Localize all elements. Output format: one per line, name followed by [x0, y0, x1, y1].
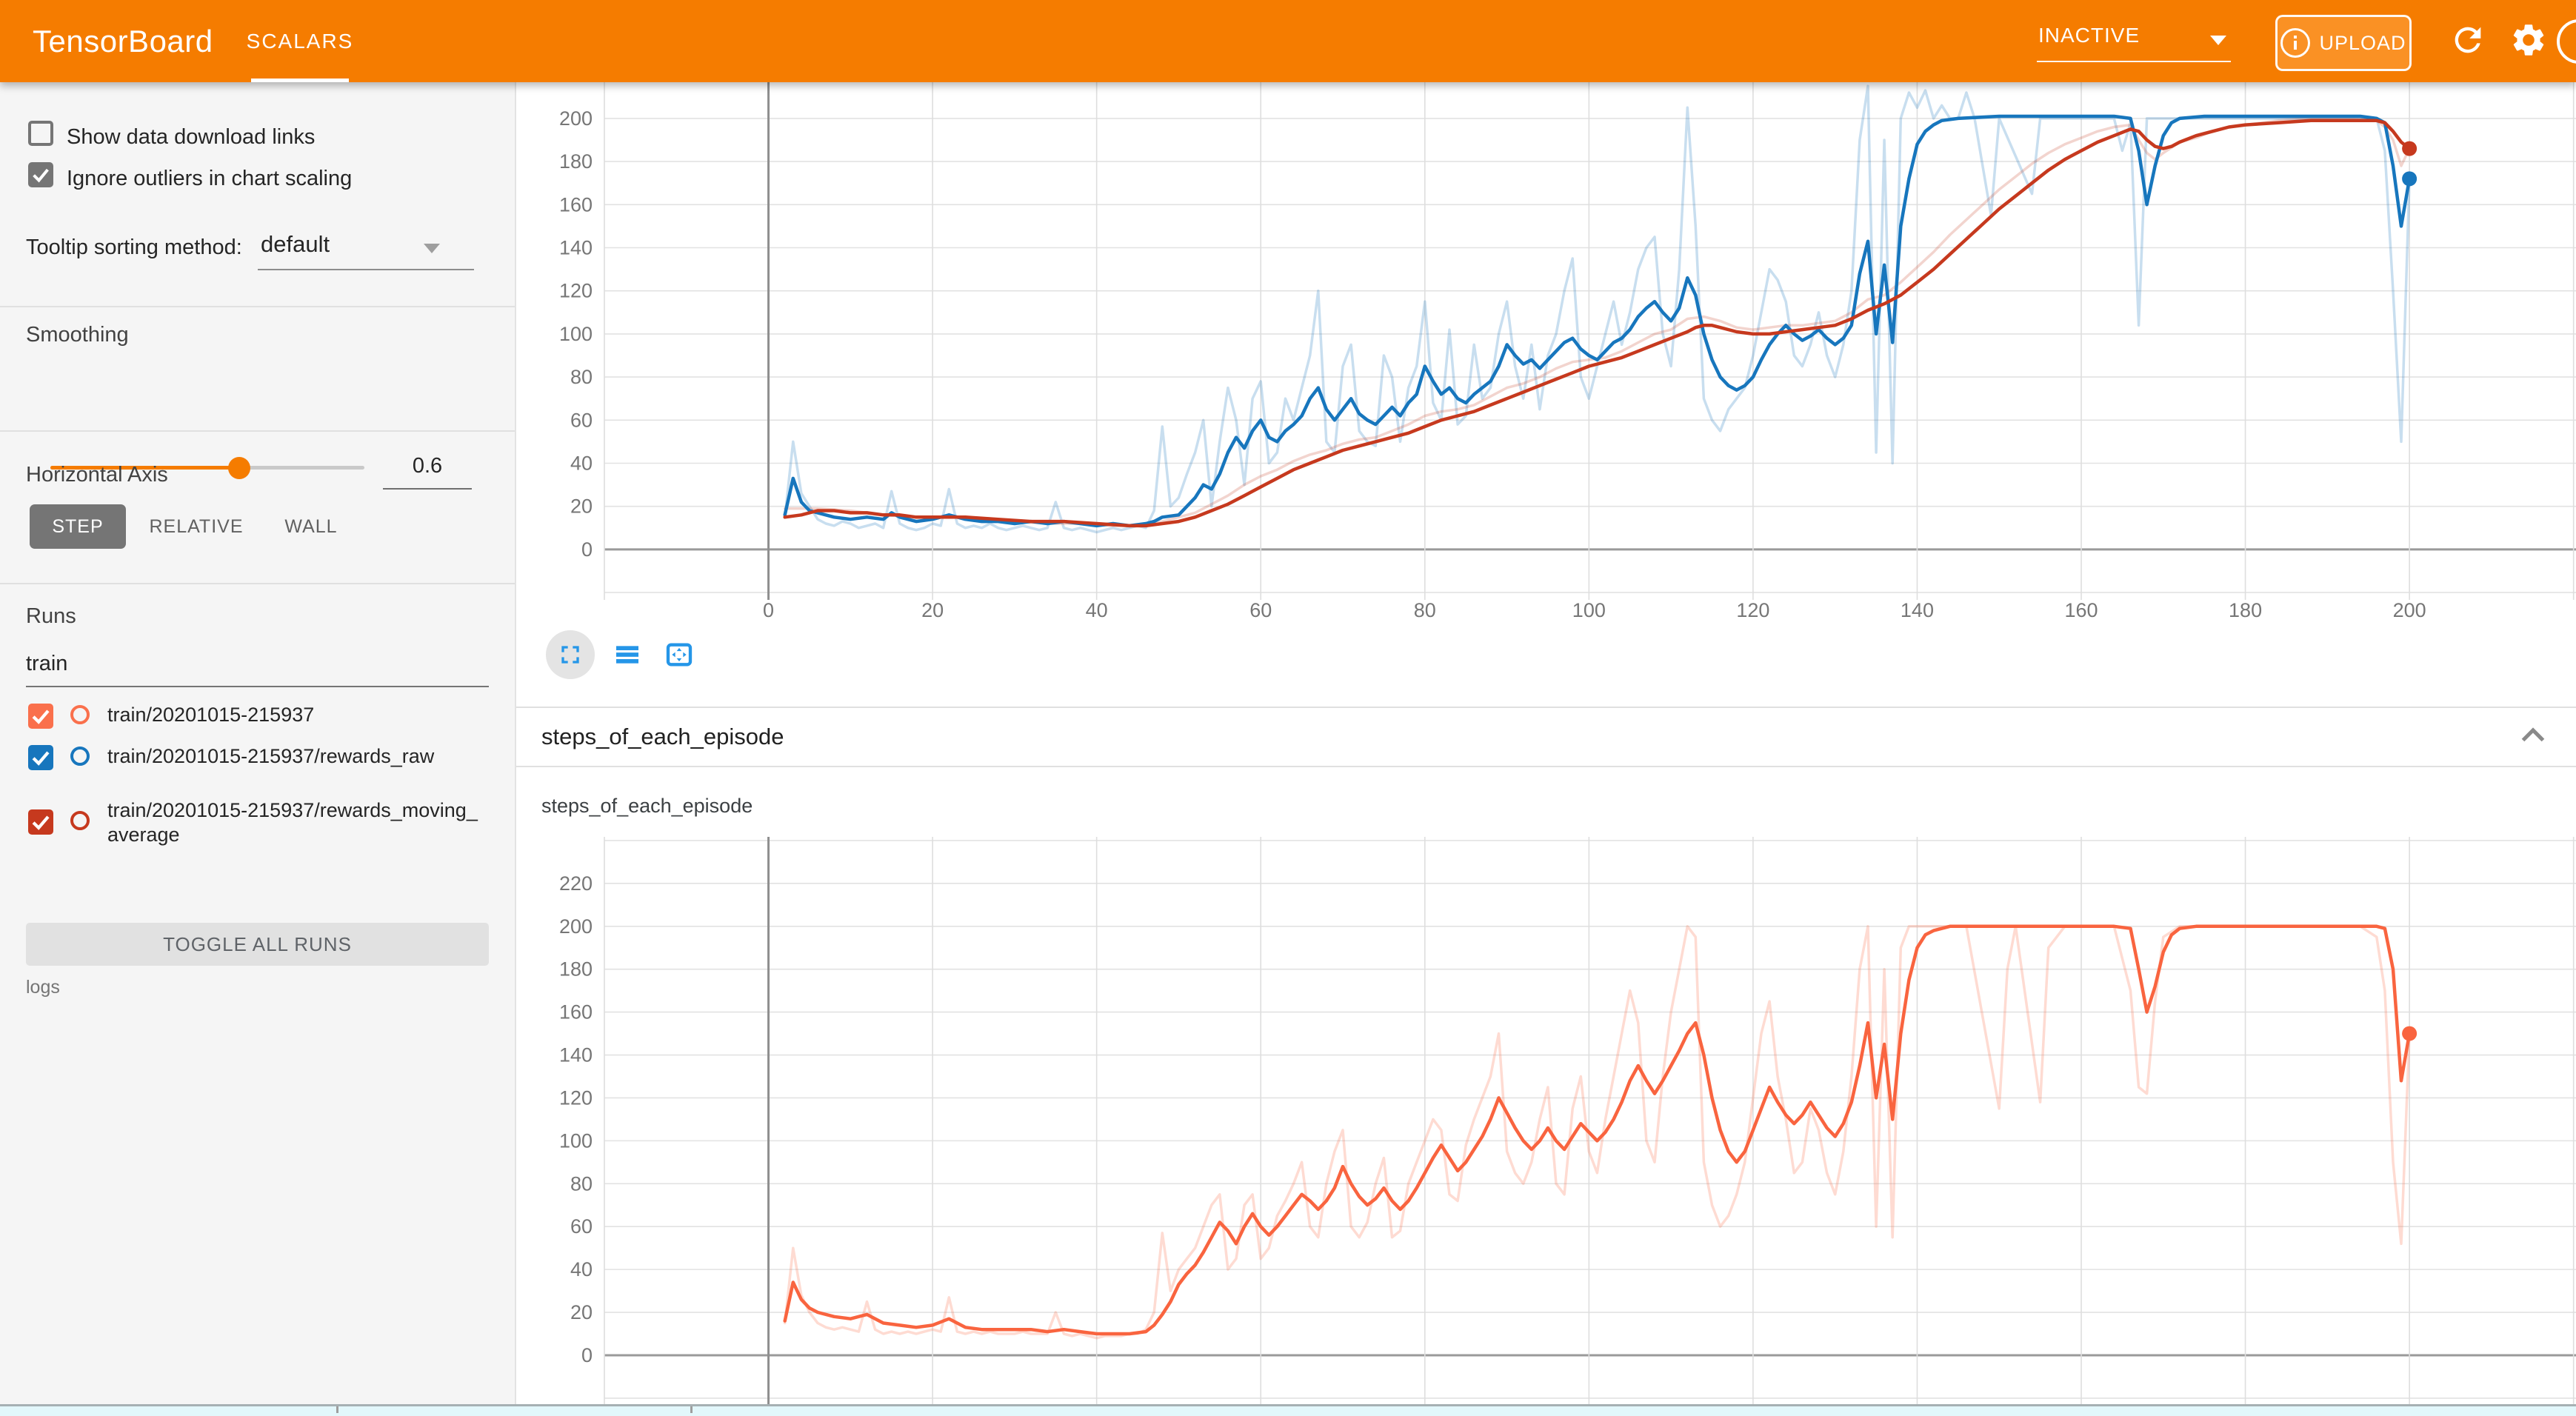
- tick-mark: [690, 1406, 693, 1413]
- svg-text:100: 100: [1572, 599, 1606, 621]
- svg-text:80: 80: [1414, 599, 1436, 621]
- svg-text:80: 80: [570, 1172, 593, 1195]
- rewards-chart[interactable]: 0 20 40 60 80 100 120 140 160 180 200 0 20 40 60 80 100 1…: [516, 82, 2576, 633]
- svg-text:0: 0: [581, 538, 593, 561]
- run-color-circle[interactable]: [70, 811, 90, 830]
- tensorboard-app: TensorBoard SCALARS INACTIVE UPLOAD Show…: [0, 0, 2576, 1416]
- svg-text:100: 100: [559, 323, 593, 345]
- chart-canvas: 0 20 40 60 80 100 120 140 160 180 200 0 20 40 60 80 100 1…: [516, 82, 2576, 633]
- svg-text:20: 20: [570, 495, 593, 518]
- data-table-icon[interactable]: [613, 640, 642, 669]
- status-dropdown[interactable]: INACTIVE: [2037, 18, 2231, 62]
- main-content: 0204060801001201401601802000204060801001…: [516, 82, 2576, 1404]
- toggle-all-runs-button[interactable]: TOGGLE ALL RUNS: [26, 923, 489, 966]
- svg-text:120: 120: [559, 280, 593, 302]
- svg-text:20: 20: [570, 1301, 593, 1323]
- chevron-up-icon[interactable]: [2520, 726, 2546, 744]
- fit-domain-icon[interactable]: [664, 640, 694, 669]
- divider: [0, 583, 515, 584]
- run-label: train/20201015-215937/rewards_raw: [107, 744, 481, 769]
- svg-text:100: 100: [559, 1129, 593, 1152]
- tab-active-underline: [251, 79, 349, 82]
- svg-text:40: 40: [570, 1258, 593, 1280]
- axis-wall-button[interactable]: WALL: [267, 504, 356, 549]
- section-header[interactable]: steps_of_each_episode: [516, 708, 2576, 767]
- svg-text:200: 200: [559, 107, 593, 130]
- run-color-circle[interactable]: [70, 747, 90, 766]
- svg-text:140: 140: [559, 236, 593, 258]
- logs-label: logs: [26, 977, 60, 998]
- run-label: train/20201015-215937/rewards_moving_ave…: [107, 798, 481, 847]
- settings-gear-icon[interactable]: [2509, 21, 2548, 59]
- svg-text:60: 60: [570, 409, 593, 431]
- svg-text:220: 220: [559, 872, 593, 895]
- chart-toolbar: [546, 630, 768, 684]
- svg-text:120: 120: [559, 1086, 593, 1109]
- ignore-outliers-label: Ignore outliers in chart scaling: [67, 167, 352, 191]
- section-title: steps_of_each_episode: [541, 724, 784, 750]
- run-checkbox[interactable]: [28, 809, 53, 835]
- svg-text:180: 180: [559, 150, 593, 173]
- svg-text:160: 160: [559, 1001, 593, 1023]
- show-download-links-checkbox[interactable]: [28, 121, 53, 146]
- svg-text:180: 180: [2229, 599, 2262, 621]
- help-icon[interactable]: [2557, 19, 2576, 64]
- divider: [0, 306, 515, 307]
- run-checkbox[interactable]: [28, 704, 53, 729]
- show-download-links-label: Show data download links: [67, 125, 315, 150]
- svg-text:40: 40: [570, 452, 593, 475]
- run-color-circle[interactable]: [70, 705, 90, 724]
- runs-filter-value: train: [26, 652, 67, 676]
- svg-text:60: 60: [570, 1215, 593, 1238]
- tooltip-sorting-dropdown[interactable]: default: [258, 227, 474, 270]
- svg-text:140: 140: [1901, 599, 1934, 621]
- bottom-strip: [0, 1404, 2576, 1416]
- fullscreen-icon[interactable]: [555, 640, 585, 669]
- app-title: TensorBoard: [33, 24, 213, 59]
- svg-text:0: 0: [581, 1344, 593, 1366]
- horizontal-axis-label: Horizontal Axis: [26, 463, 168, 487]
- svg-text:140: 140: [559, 1044, 593, 1066]
- svg-text:40: 40: [1086, 599, 1108, 621]
- tooltip-sorting-label: Tooltip sorting method:: [26, 236, 242, 260]
- status-dropdown-value: INACTIVE: [2038, 24, 2140, 47]
- tick-mark: [336, 1406, 338, 1413]
- axis-step-button[interactable]: STEP: [30, 504, 126, 549]
- run-checkbox[interactable]: [28, 745, 53, 770]
- chevron-down-icon: [2210, 36, 2226, 45]
- chevron-down-icon: [424, 244, 440, 253]
- tooltip-sorting-value: default: [261, 231, 330, 258]
- svg-text:160: 160: [559, 193, 593, 216]
- settings-sidebar: Show data download links Ignore outliers…: [0, 82, 516, 1404]
- svg-text:60: 60: [1249, 599, 1272, 621]
- divider: [0, 430, 515, 432]
- svg-text:20: 20: [921, 599, 944, 621]
- upload-button[interactable]: UPLOAD: [2275, 15, 2412, 71]
- upload-button-label: UPLOAD: [2319, 32, 2406, 55]
- smoothing-slider-thumb[interactable]: [228, 457, 250, 479]
- tab-scalars[interactable]: SCALARS: [244, 0, 356, 82]
- tab-scalars-label: SCALARS: [247, 30, 354, 53]
- svg-text:200: 200: [559, 915, 593, 938]
- app-header: TensorBoard SCALARS INACTIVE UPLOAD: [0, 0, 2576, 82]
- svg-text:160: 160: [2064, 599, 2098, 621]
- refresh-icon[interactable]: [2449, 21, 2487, 59]
- runs-filter-input[interactable]: train: [26, 647, 489, 687]
- axis-relative-button[interactable]: RELATIVE: [141, 504, 252, 549]
- runs-heading: Runs: [26, 604, 76, 629]
- svg-text:200: 200: [2393, 599, 2426, 621]
- smoothing-label: Smoothing: [26, 323, 129, 347]
- svg-text:120: 120: [1736, 599, 1769, 621]
- run-label: train/20201015-215937: [107, 703, 481, 727]
- svg-text:80: 80: [570, 366, 593, 388]
- chart-card-title: steps_of_each_episode: [541, 795, 753, 818]
- steps-of-each-episode-chart[interactable]: 0 20 40 60 80 100 120 140 160 180 200 220: [516, 837, 2576, 1404]
- chart-canvas: 0 20 40 60 80 100 120 140 160 180 200 220: [516, 837, 2576, 1404]
- svg-text:180: 180: [559, 958, 593, 981]
- info-icon: [2280, 28, 2310, 58]
- svg-text:0: 0: [763, 599, 774, 621]
- smoothing-value-input[interactable]: 0.6: [383, 454, 472, 490]
- ignore-outliers-checkbox[interactable]: [28, 162, 53, 187]
